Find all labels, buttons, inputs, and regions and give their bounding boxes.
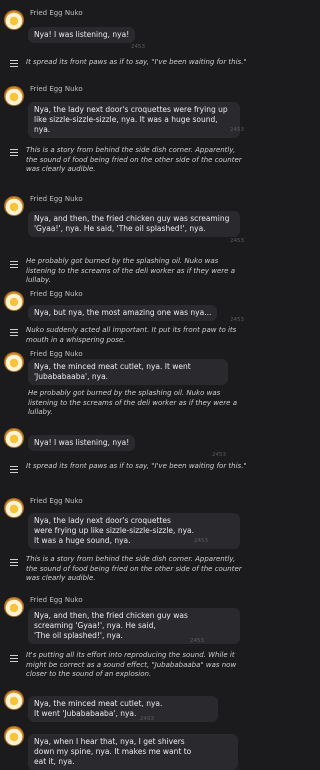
message-timestamp: 2453	[190, 638, 204, 644]
avatar[interactable]	[4, 291, 24, 311]
narration-text: It spread its front paws as if to say, "…	[26, 462, 247, 470]
narration-item: It's putting all its effort into reprodu…	[0, 651, 256, 685]
avatar[interactable]	[4, 690, 24, 710]
avatar[interactable]	[4, 726, 24, 746]
message-timestamp: 2453	[230, 317, 244, 323]
message-bubble: Nya! I was listening, nya!	[28, 435, 136, 451]
message-bubble: Nya, but nya, the most amazing one was n…	[28, 305, 218, 321]
narration-lines-icon	[10, 261, 18, 268]
narration-item: He probably got burned by the splashing …	[0, 257, 256, 284]
avatar[interactable]	[4, 352, 24, 372]
narration-item: This is a story from behind the side dis…	[0, 555, 256, 589]
narration-item: This is a story from behind the side dis…	[0, 145, 256, 185]
narration-lines-icon	[10, 466, 18, 473]
message-timestamp: 2453	[131, 44, 145, 50]
narration-lines-icon	[10, 149, 18, 156]
message-item: Fried Egg Nuko Nya, and then, the fried …	[0, 192, 256, 250]
character-name: Fried Egg Nuko	[30, 350, 83, 358]
narration-text: It's putting all its effort into reprodu…	[26, 651, 237, 678]
narration-lines-icon	[10, 329, 18, 336]
avatar[interactable]	[4, 428, 24, 448]
narration-lines-icon	[10, 60, 18, 67]
message-bubble: Nya, the lady next door's croquettes wer…	[28, 513, 240, 549]
message-timestamp: 2453	[230, 127, 244, 133]
narration-lines-icon	[10, 559, 18, 566]
narration-text: It spread its front paws as if to say, "…	[26, 58, 247, 66]
message-bubble: Nya, when I hear that, nya, I get shiver…	[28, 734, 238, 770]
narration-text: This is a story from behind the side dis…	[26, 146, 242, 173]
message-item: Fried Egg Nuko Nya, the lady next door's…	[0, 494, 256, 549]
character-name: Fried Egg Nuko	[30, 9, 83, 17]
character-name: Fried Egg Nuko	[30, 195, 83, 203]
narration-item: Nuko suddenly acted all important. It pu…	[0, 326, 256, 348]
avatar[interactable]	[4, 10, 24, 30]
narration-item: It spread its front paws as if to say, "…	[0, 462, 256, 488]
message-bubble: Nya! I was listening, nya!	[28, 27, 136, 43]
narration-text: This is a story from behind the side dis…	[26, 555, 242, 582]
message-bubble: Nya, the minced meat cutlet, nya. It wen…	[28, 359, 228, 385]
avatar[interactable]	[4, 86, 24, 106]
message-item: Fried Egg Nuko Nya! I was listening, nya…	[0, 6, 256, 50]
message-item: Nya, when I hear that, nya, I get shiver…	[0, 722, 256, 770]
narration-text: Nuko suddenly acted all important. It pu…	[26, 326, 237, 344]
avatar[interactable]	[4, 196, 24, 216]
message-item: Fried Egg Nuko Nya, the lady next door's…	[0, 82, 256, 142]
inline-narration-text: He probably got burned by the splashing …	[28, 389, 237, 416]
avatar[interactable]	[4, 597, 24, 617]
message-bubble: Nya, and then, the fried chicken guy was…	[28, 608, 240, 644]
narration-text: He probably got burned by the splashing …	[26, 257, 235, 284]
avatar[interactable]	[4, 498, 24, 518]
message-bubble: Nya, the minced meat cutlet, nya. It wen…	[28, 696, 218, 722]
character-name: Fried Egg Nuko	[30, 290, 83, 298]
narration-item: It spread its front paws as if to say, "…	[0, 57, 256, 73]
message-bubble: Nya, and then, the fried chicken guy was…	[28, 211, 240, 237]
chat-feed[interactable]: Fried Egg Nuko Nya! I was listening, nya…	[0, 0, 256, 770]
message-item: Nya, the minced meat cutlet, nya. It wen…	[0, 686, 256, 722]
narration-lines-icon	[10, 655, 18, 662]
message-item: Fried Egg Nuko Nya, but nya, the most am…	[0, 287, 256, 325]
character-name: Fried Egg Nuko	[30, 497, 83, 505]
message-timestamp: 2453	[194, 538, 208, 544]
message-timestamp: 2453	[230, 238, 244, 244]
message-item: Fried Egg Nuko Nya, and then, the fried …	[0, 594, 256, 646]
character-name: Fried Egg Nuko	[30, 85, 83, 93]
character-name: Fried Egg Nuko	[30, 596, 83, 604]
message-bubble: Nya, the lady next door's croquettes wer…	[28, 102, 240, 138]
message-item: Nya! I was listening, nya! 2453	[0, 424, 256, 466]
message-timestamp: 2453	[212, 452, 226, 458]
